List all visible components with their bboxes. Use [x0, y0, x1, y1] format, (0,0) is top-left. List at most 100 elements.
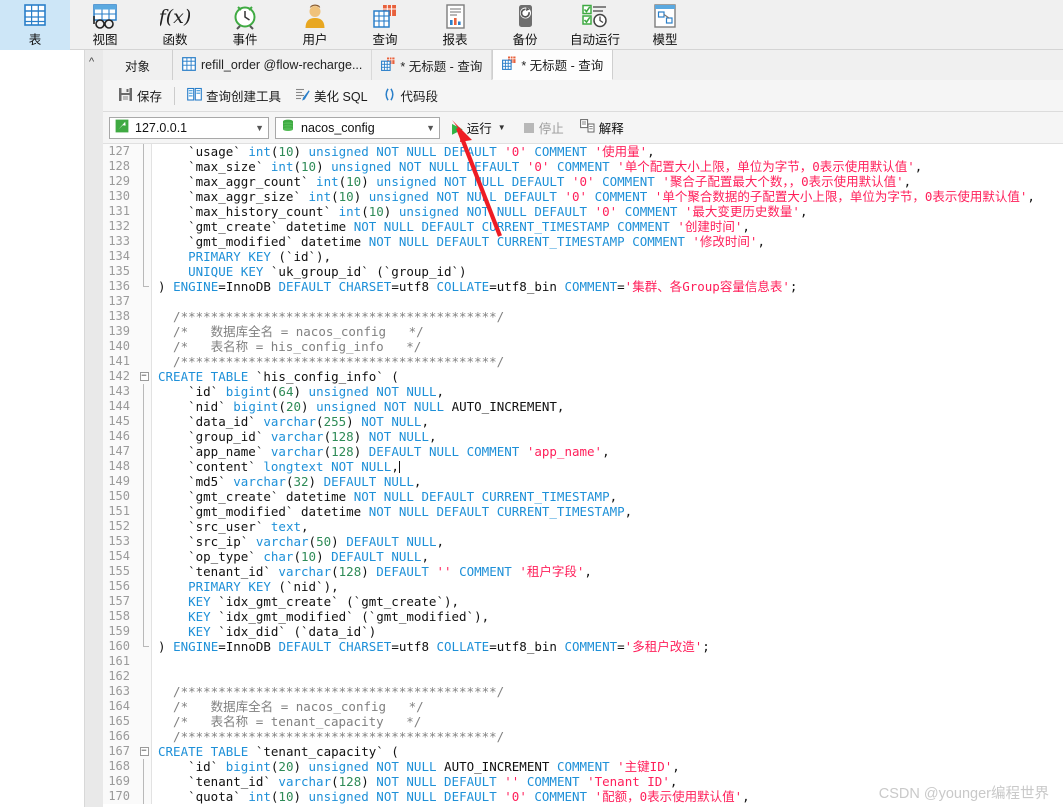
event-clock-icon: [230, 2, 260, 32]
code-line[interactable]: 162: [103, 669, 1063, 684]
host-select[interactable]: 127.0.0.1 ▼: [109, 116, 269, 139]
code-line[interactable]: 138 /***********************************…: [103, 309, 1063, 324]
code-line[interactable]: 141 /***********************************…: [103, 354, 1063, 369]
ribbon-item-automation[interactable]: 自动运行: [560, 0, 630, 50]
code-line[interactable]: 164 /* 数据库全名 = nacos_config */: [103, 699, 1063, 714]
code-line[interactable]: 154 `op_type` char(10) DEFAULT NULL,: [103, 549, 1063, 564]
code-line[interactable]: 149 `md5` varchar(32) DEFAULT NULL,: [103, 474, 1063, 489]
code-text: /* 表名称 = tenant_capacity */: [158, 714, 422, 729]
tab-untitled-query-1[interactable]: * 无标题 - 查询: [372, 50, 493, 80]
run-button[interactable]: ▶ 运行 ▼: [450, 118, 508, 137]
code-text: KEY `idx_gmt_modified` (`gmt_modified`),: [188, 609, 490, 624]
explain-button[interactable]: 解释: [579, 118, 624, 137]
code-line[interactable]: 143 `id` bigint(64) unsigned NOT NULL,: [103, 384, 1063, 399]
code-line[interactable]: 146 `group_id` varchar(128) NOT NULL,: [103, 429, 1063, 444]
code-text: `max_history_count` int(10) unsigned NOT…: [158, 204, 808, 219]
sidebar-collapse-strip[interactable]: [85, 50, 103, 807]
ribbon-item-event[interactable]: 事件: [210, 0, 280, 50]
code-line[interactable]: 157 KEY `idx_gmt_create` (`gmt_create`),: [103, 594, 1063, 609]
code-line[interactable]: 150 `gmt_create` datetime NOT NULL DEFAU…: [103, 489, 1063, 504]
connection-icon: [115, 119, 129, 136]
code-line[interactable]: 153 `src_ip` varchar(50) DEFAULT NULL,: [103, 534, 1063, 549]
fold-collapse-icon[interactable]: −: [137, 369, 151, 384]
list-item[interactable]: age: [0, 236, 85, 261]
chevron-down-icon[interactable]: ▼: [418, 123, 435, 133]
query-builder-button[interactable]: 查询创建工具: [180, 84, 288, 107]
save-button[interactable]: 保存: [111, 84, 169, 107]
code-text: /***************************************…: [158, 354, 505, 369]
code-line[interactable]: 148 `content` longtext NOT NULL,: [103, 459, 1063, 474]
line-number: 129: [103, 174, 137, 189]
database-icon: [281, 119, 295, 136]
code-line[interactable]: 129 `max_aggr_count` int(10) unsigned NO…: [103, 174, 1063, 189]
tab-untitled-query-2[interactable]: * 无标题 - 查询: [492, 50, 614, 80]
ribbon-item-function[interactable]: f(x) 函数: [140, 0, 210, 50]
line-number: 142: [103, 369, 137, 384]
code-line[interactable]: 145 `data_id` varchar(255) NOT NULL,: [103, 414, 1063, 429]
code-line[interactable]: 135 UNIQUE KEY `uk_group_id` (`group_id`…: [103, 264, 1063, 279]
fold-collapse-icon[interactable]: −: [137, 744, 151, 759]
code-line[interactable]: 151 `gmt_modified` datetime NOT NULL DEF…: [103, 504, 1063, 519]
line-number: 153: [103, 534, 137, 549]
line-number: 166: [103, 729, 137, 744]
code-line[interactable]: 127 `usage` int(10) unsigned NOT NULL DE…: [103, 144, 1063, 159]
ribbon-item-query[interactable]: 查询: [350, 0, 420, 50]
svg-text:f(x): f(x): [160, 6, 190, 28]
ribbon-item-backup[interactable]: 备份: [490, 0, 560, 50]
code-line[interactable]: 160) ENGINE=InnoDB DEFAULT CHARSET=utf8 …: [103, 639, 1063, 654]
code-text: `gmt_create` datetime NOT NULL DEFAULT C…: [158, 489, 618, 504]
database-select[interactable]: nacos_config ▼: [275, 116, 440, 139]
line-number: 134: [103, 249, 137, 264]
ribbon-item-table[interactable]: 表: [0, 0, 70, 50]
code-line[interactable]: 131 `max_history_count` int(10) unsigned…: [103, 204, 1063, 219]
code-line[interactable]: 166 /***********************************…: [103, 729, 1063, 744]
chevron-down-icon[interactable]: ▼: [498, 123, 506, 132]
code-snippet-button[interactable]: 代码段: [375, 84, 446, 107]
fold-gutter-empty: [137, 714, 151, 729]
code-line[interactable]: 139 /* 数据库全名 = nacos_config */: [103, 324, 1063, 339]
ribbon-item-user[interactable]: 用户: [280, 0, 350, 50]
code-line[interactable]: 130 `max_aggr_size` int(10) unsigned NOT…: [103, 189, 1063, 204]
code-line[interactable]: 159 KEY `idx_did` (`data_id`): [103, 624, 1063, 639]
code-line[interactable]: 168 `id` bigint(20) unsigned NOT NULL AU…: [103, 759, 1063, 774]
tab-objects[interactable]: 对象: [103, 50, 174, 80]
code-line[interactable]: 137: [103, 294, 1063, 309]
chevron-down-icon[interactable]: ▼: [247, 123, 264, 133]
code-line[interactable]: 133 `gmt_modified` datetime NOT NULL DEF…: [103, 234, 1063, 249]
code-line[interactable]: 134 PRIMARY KEY (`id`),: [103, 249, 1063, 264]
code-line[interactable]: 167− CREATE TABLE `tenant_capacity` (: [103, 744, 1063, 759]
code-line[interactable]: 161: [103, 654, 1063, 669]
fold-guide-line: [137, 549, 151, 564]
chevron-up-icon[interactable]: ^: [89, 57, 94, 68]
list-item[interactable]: t: [0, 136, 85, 161]
code-line[interactable]: 144 `nid` bigint(20) unsigned NOT NULL A…: [103, 399, 1063, 414]
code-line[interactable]: 152 `src_user` text,: [103, 519, 1063, 534]
code-line[interactable]: 147 `app_name` varchar(128) DEFAULT NULL…: [103, 444, 1063, 459]
code-line[interactable]: 165 /* 表名称 = tenant_capacity */: [103, 714, 1063, 729]
sql-editor[interactable]: 127 `usage` int(10) unsigned NOT NULL DE…: [103, 144, 1063, 807]
fold-gutter-empty: [137, 699, 151, 714]
list-item[interactable]: y: [0, 186, 85, 211]
ribbon-item-view[interactable]: 视图: [70, 0, 140, 50]
list-item[interactable]: on: [0, 111, 85, 136]
beautify-sql-button[interactable]: 美化 SQL: [288, 84, 375, 107]
code-line[interactable]: 163 /***********************************…: [103, 684, 1063, 699]
tab-refill-order[interactable]: refill_order @flow-recharge...: [173, 50, 373, 80]
code-line[interactable]: 136) ENGINE=InnoDB DEFAULT CHARSET=utf8 …: [103, 279, 1063, 294]
code-line[interactable]: 155 `tenant_id` varchar(128) DEFAULT '' …: [103, 564, 1063, 579]
list-item[interactable]: ty: [0, 86, 85, 111]
code-line[interactable]: 158 KEY `idx_gmt_modified` (`gmt_modifie…: [103, 609, 1063, 624]
ribbon-item-model[interactable]: 模型: [630, 0, 700, 50]
list-item[interactable]: r: [0, 211, 85, 236]
sidebar-clipped-list: ty on t ce y r age: [0, 86, 85, 261]
code-line[interactable]: 142− CREATE TABLE `his_config_info` (: [103, 369, 1063, 384]
code-line[interactable]: 156 PRIMARY KEY (`nid`),: [103, 579, 1063, 594]
object-sidebar[interactable]: ty on t ce y r age: [0, 50, 85, 807]
ribbon-item-report[interactable]: 报表: [420, 0, 490, 50]
code-line[interactable]: 140 /* 表名称 = his_config_info */: [103, 339, 1063, 354]
fold-guide-line: [137, 534, 151, 549]
code-line[interactable]: 132 `gmt_create` datetime NOT NULL DEFAU…: [103, 219, 1063, 234]
list-item[interactable]: ce: [0, 161, 85, 186]
code-line[interactable]: 128 `max_size` int(10) unsigned NOT NULL…: [103, 159, 1063, 174]
